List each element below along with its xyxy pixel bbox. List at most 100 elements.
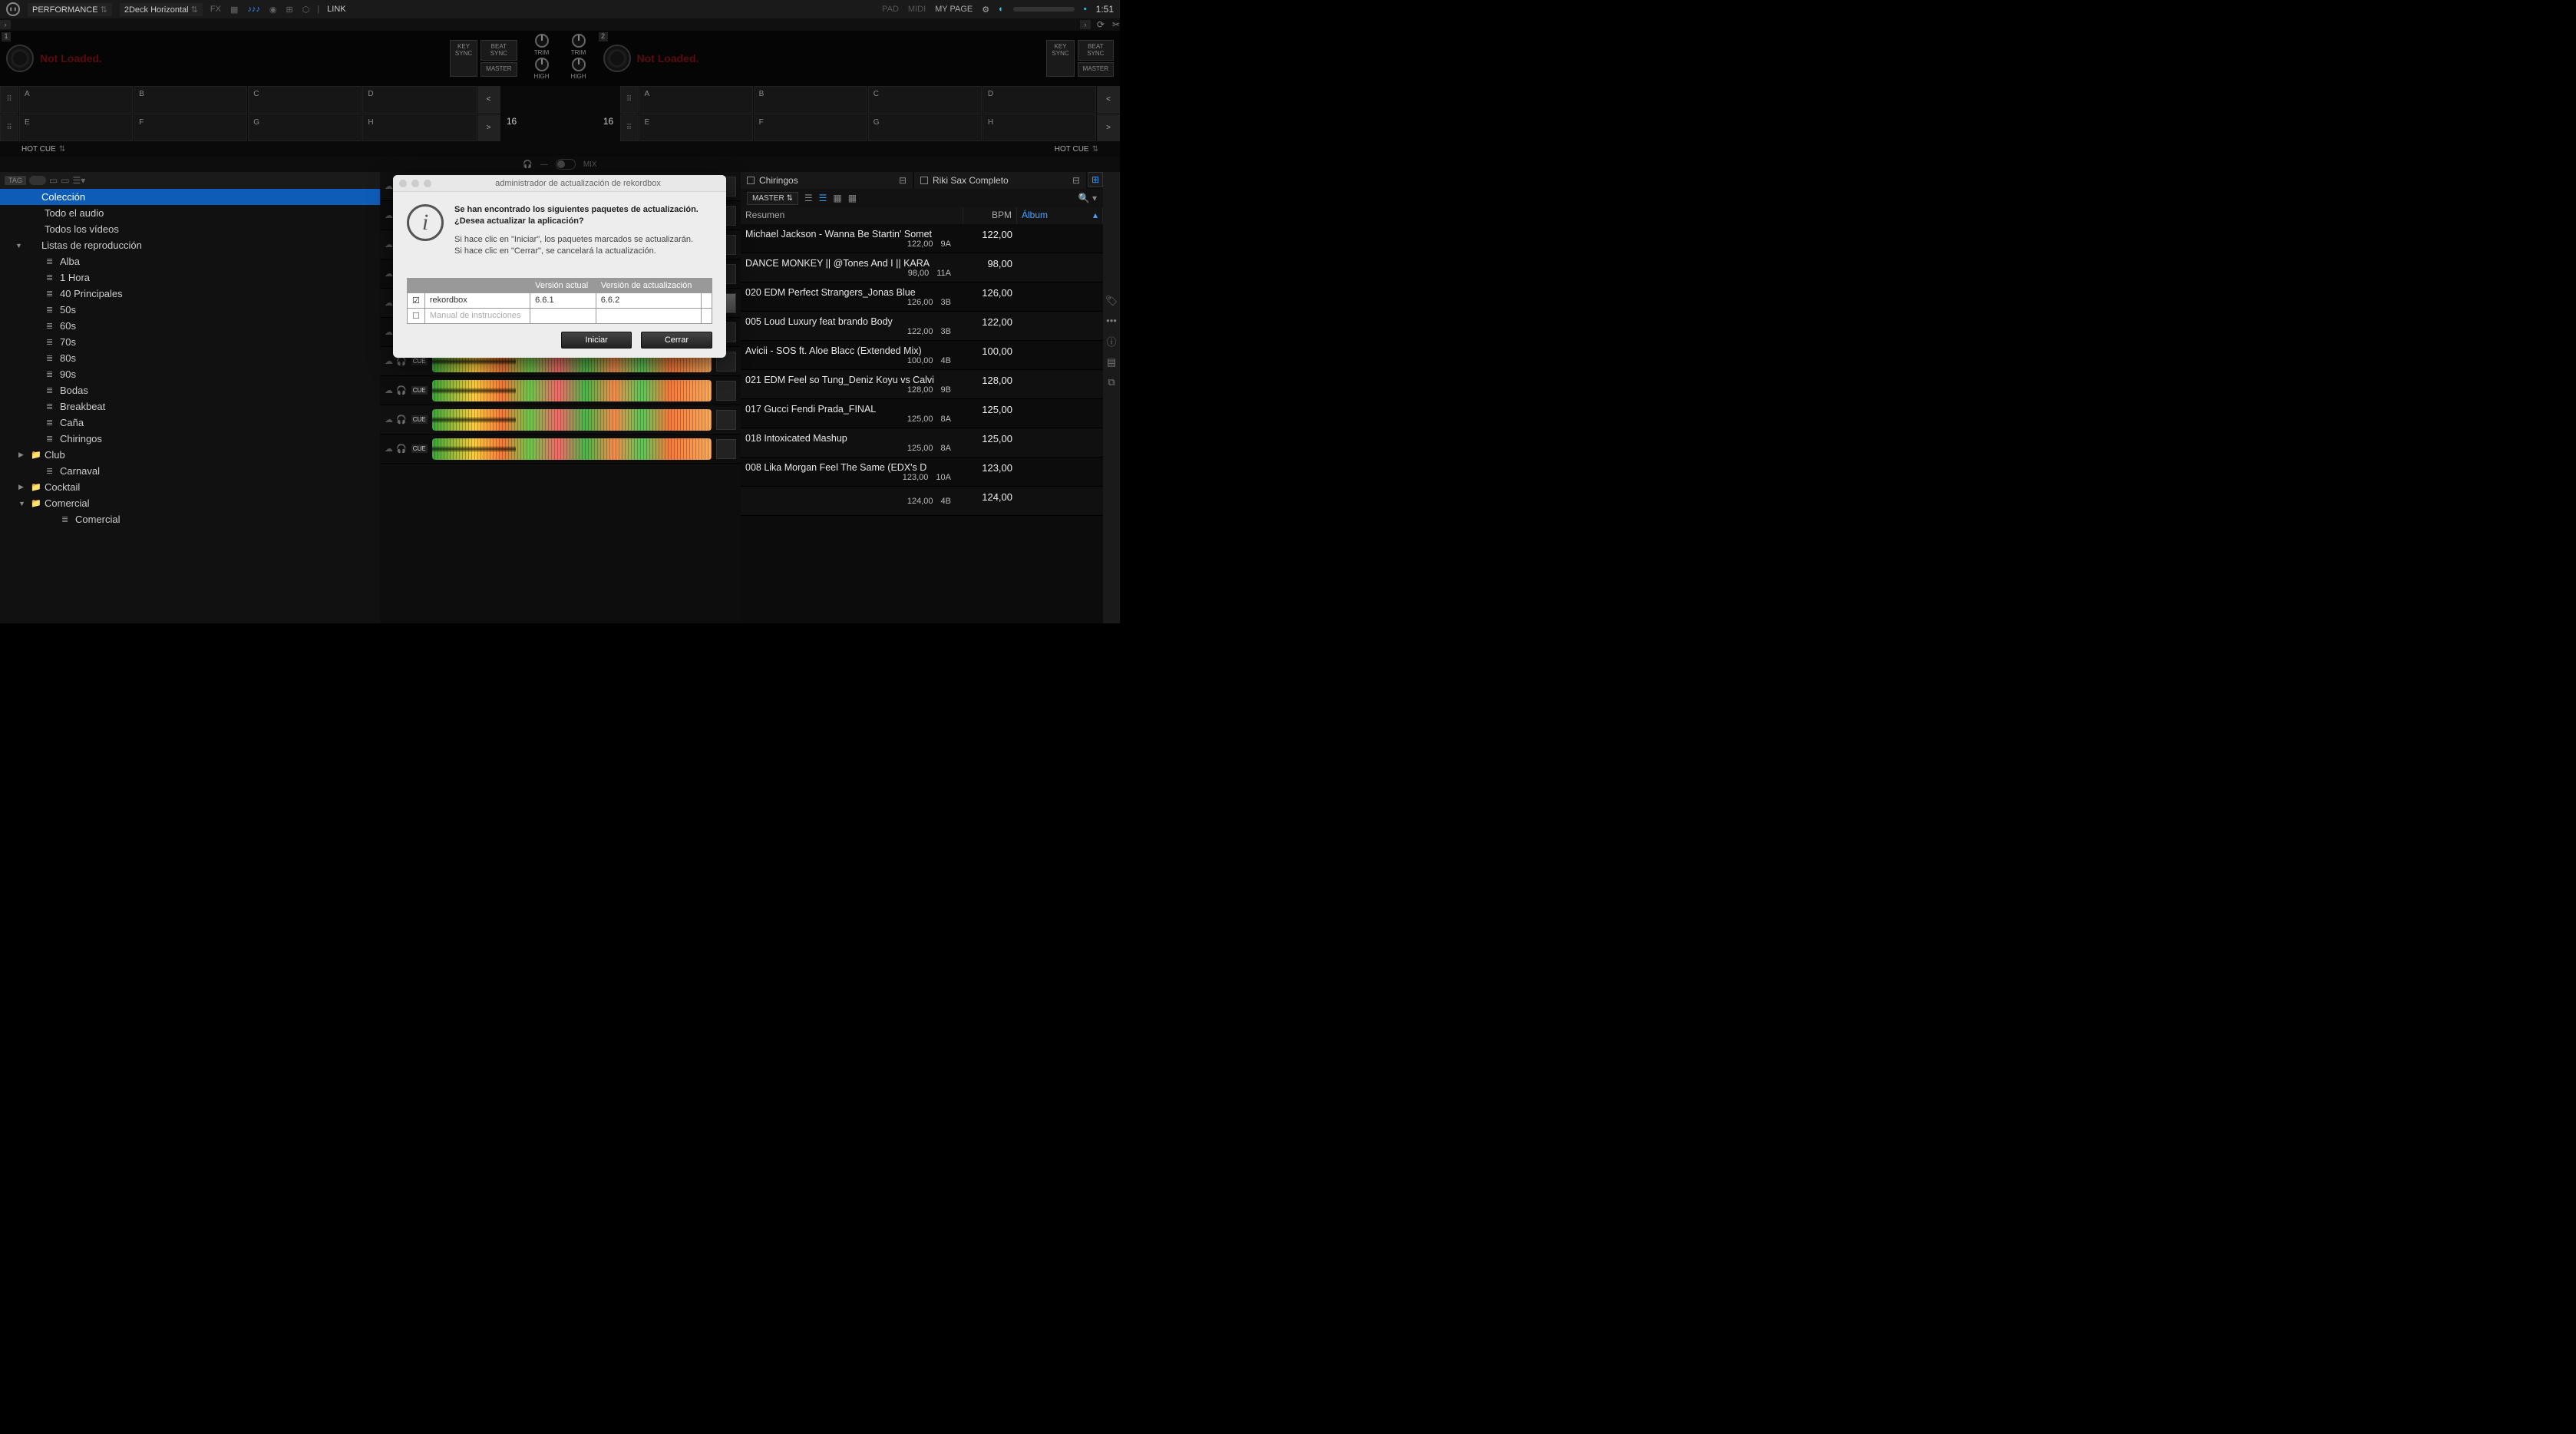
mypage-button[interactable]: MY PAGE [935, 5, 973, 14]
track-row[interactable]: Avicii - SOS ft. Aloe Blacc (Extended Mi… [741, 341, 1103, 370]
fx-icon[interactable]: FX [210, 5, 221, 14]
key-sync-button[interactable]: KEY SYNC [450, 40, 477, 77]
start-button[interactable]: Iniciar [561, 332, 631, 349]
list-icon[interactable]: ▤ [1107, 356, 1116, 368]
track-row[interactable]: 020 EDM Perfect Strangers_Jonas Blue126,… [741, 283, 1103, 312]
pad[interactable]: A [639, 86, 753, 114]
hotcue-select[interactable]: HOT CUE⇅ [1055, 145, 1098, 154]
close-dot-icon[interactable] [399, 180, 407, 187]
master-button[interactable]: MASTER [1078, 62, 1114, 77]
toggle[interactable] [29, 176, 46, 185]
min-dot-icon[interactable] [411, 180, 419, 187]
search-icon[interactable]: 🔍 ▾ [1078, 193, 1097, 203]
jog-wheel-icon[interactable] [6, 45, 34, 72]
pad[interactable]: D [362, 86, 476, 114]
mode-select[interactable]: PERFORMANCE ⇅ [28, 3, 112, 16]
headphone-icon[interactable]: 🎧 [396, 444, 407, 454]
view-list-icon[interactable]: ☰ [819, 193, 827, 203]
tree-item[interactable]: ≣Breakbeat [0, 398, 380, 415]
tree-item[interactable]: ≣Alba [0, 253, 380, 269]
tree-item[interactable]: ≣70s [0, 334, 380, 350]
grip-icon[interactable]: ⠿ [620, 114, 639, 142]
tree-item[interactable]: ▼📁Comercial [0, 495, 380, 511]
waveform-row[interactable]: ☁🎧 CUE [380, 405, 741, 434]
tree-item[interactable]: ≣Bodas [0, 382, 380, 398]
grip-icon[interactable]: ⠿ [620, 86, 639, 114]
max-dot-icon[interactable] [424, 180, 431, 187]
tab-riki-sax[interactable]: Riki Sax Completo ⊟ [914, 172, 1086, 189]
pad[interactable]: H [362, 114, 476, 142]
tab-menu-icon[interactable]: ⊟ [1072, 175, 1080, 186]
headphone-icon[interactable]: 🎧 [396, 415, 407, 425]
cloud-icon[interactable]: ◐ [999, 5, 1004, 14]
tree-item[interactable]: Colección [0, 189, 380, 205]
pad-nav-icon[interactable]: > [477, 114, 500, 142]
track-row[interactable]: 018 Intoxicated Mashup125,008A 125,00 [741, 428, 1103, 458]
pad[interactable]: A [19, 86, 133, 114]
mix-toggle[interactable] [556, 159, 576, 170]
link-icon[interactable]: ⧉ [1108, 376, 1115, 388]
pad[interactable]: G [248, 114, 362, 142]
pad[interactable]: E [19, 114, 133, 142]
pad[interactable]: E [639, 114, 753, 142]
tree-item[interactable]: Todos los vídeos [0, 221, 380, 237]
view-grid-icon[interactable]: ▦ [848, 193, 857, 203]
artwork[interactable] [716, 410, 736, 430]
pad[interactable]: D [983, 86, 1096, 114]
tree-item[interactable]: ≣40 Principales [0, 286, 380, 302]
track-row[interactable]: 017 Gucci Fendi Prada_FINAL125,008A 125,… [741, 399, 1103, 428]
pad[interactable]: B [754, 86, 867, 114]
checkbox[interactable] [412, 296, 420, 306]
track-row[interactable]: 021 EDM Feel so Tung_Deniz Koyu vs Calvi… [741, 370, 1103, 399]
waveform-row[interactable]: ☁🎧 CUE [380, 434, 741, 464]
artwork[interactable] [716, 439, 736, 459]
related-icon[interactable]: ••• [1106, 315, 1117, 326]
list-icon[interactable]: ▭ [61, 175, 69, 186]
checkbox[interactable] [412, 312, 420, 321]
waveform[interactable] [432, 380, 712, 401]
grip-icon[interactable]: ⠿ [0, 86, 18, 114]
pad[interactable]: G [868, 114, 982, 142]
scissors-icon[interactable]: ✂ [1112, 19, 1120, 30]
key-sync-button[interactable]: KEY SYNC [1046, 40, 1074, 77]
tree-item[interactable]: ≣50s [0, 302, 380, 318]
col-resumen[interactable]: Resumen [741, 207, 963, 224]
headphone-icon[interactable]: 🎧 [523, 160, 532, 169]
headphone-icon[interactable]: 🎧 [396, 385, 407, 395]
artwork[interactable] [716, 381, 736, 401]
tree-item[interactable]: ≣Caña [0, 415, 380, 431]
midi-label[interactable]: MIDI [908, 5, 926, 14]
tree-item[interactable]: ≣80s [0, 350, 380, 366]
track-row[interactable]: 005 Loud Luxury feat brando Body122,003B… [741, 312, 1103, 341]
link-button[interactable]: LINK [327, 5, 345, 14]
view-list-icon[interactable]: ☰ [804, 193, 813, 203]
jog-wheel-icon[interactable] [603, 45, 631, 72]
pad[interactable]: C [868, 86, 982, 114]
hotcue-select[interactable]: HOT CUE⇅ [21, 145, 65, 154]
tree-item[interactable]: ≣90s [0, 366, 380, 382]
pad[interactable]: B [134, 86, 247, 114]
pad[interactable]: H [983, 114, 1096, 142]
settings-icon[interactable]: ⚙ [982, 5, 989, 15]
track-row[interactable]: DANCE MONKEY || @Tones And I || KARA98,0… [741, 253, 1103, 283]
grid-view-icon[interactable]: ⊞ [1088, 172, 1103, 187]
lighting-icon[interactable]: ⬡ [302, 5, 310, 15]
pad-nav-icon[interactable]: < [477, 86, 500, 114]
tag-button[interactable]: TAG [5, 176, 26, 185]
grid-icon[interactable]: ▦ [230, 5, 238, 15]
headphone-icon[interactable]: 🎧 [396, 356, 407, 366]
high-knob[interactable] [572, 58, 586, 71]
pad-nav-icon[interactable]: < [1097, 86, 1120, 114]
beat-sync-button[interactable]: BEAT SYNC [1078, 40, 1114, 61]
list-icon[interactable]: ▭ [49, 175, 58, 186]
expand-left-icon[interactable]: › [0, 20, 11, 29]
sampler-icon[interactable]: ⊞ [286, 5, 292, 15]
tree-item[interactable]: ▶📁Cocktail [0, 479, 380, 495]
view-grid-icon[interactable]: ▦ [833, 193, 841, 203]
tree-item[interactable]: ▼Listas de reproducción [0, 237, 380, 253]
layout-select[interactable]: 2Deck Horizontal ⇅ [120, 3, 203, 16]
high-knob[interactable] [535, 58, 549, 71]
beat-sync-button[interactable]: BEAT SYNC [481, 40, 517, 61]
trim-knob[interactable] [572, 34, 586, 48]
loop-icon[interactable]: ⟳ [1097, 19, 1105, 30]
